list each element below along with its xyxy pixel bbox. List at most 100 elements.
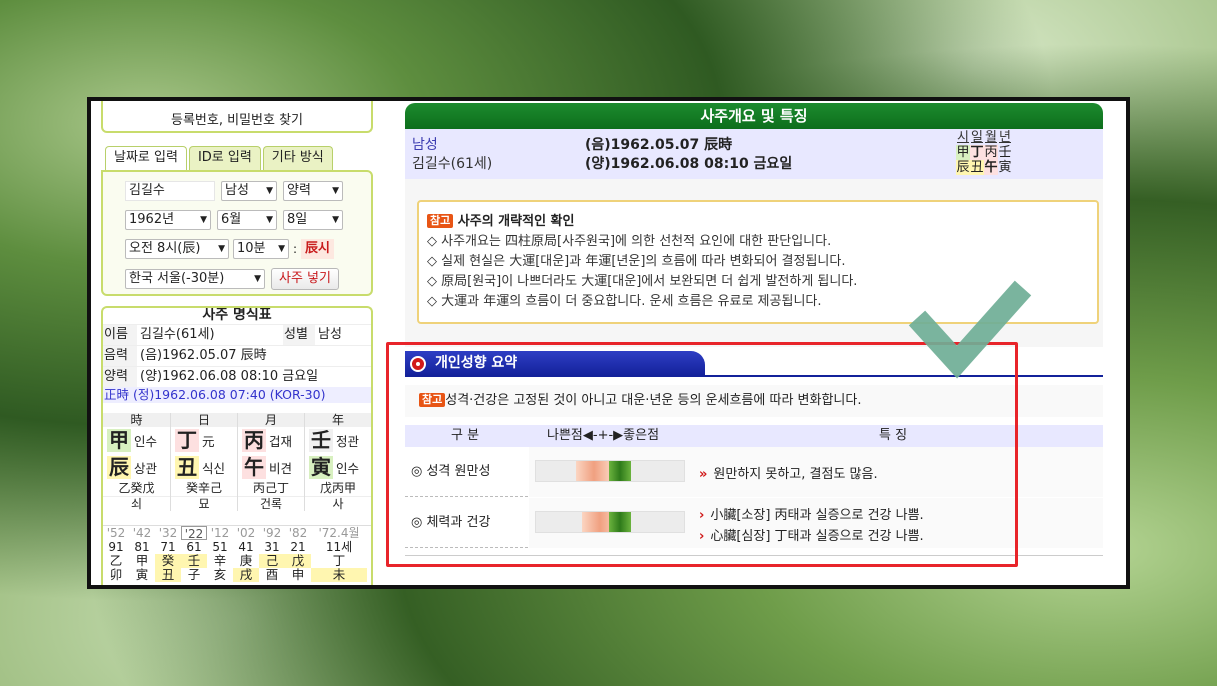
stem-tag: 元: [202, 434, 215, 449]
hour-value: 오전 8시(辰): [129, 241, 201, 256]
lunar-label: 음력: [103, 346, 137, 366]
minute-value: 10분: [237, 241, 266, 256]
solar-row: 양력 (양)1962.06.08 08:10 금요일: [103, 366, 371, 387]
pillar-head: 日: [171, 413, 237, 427]
notice-line: ◇ 사주개요는 四柱原局[사주원국]에 의한 선천적 요인에 대한 판단입니다.: [427, 234, 832, 249]
daeun-year[interactable]: '32: [155, 526, 181, 540]
jeongsi-row: 正時 (정)1962.06.08 07:40 (KOR-30): [103, 387, 371, 403]
gender-value: 남성: [318, 327, 342, 342]
person-info-bar: 남성 김길수(61세) (음)1962.05.07 辰時 (양)1962.06.…: [405, 129, 1103, 179]
daeun-stem: 丁: [332, 553, 346, 568]
hidden-stems: 戊丙甲: [319, 481, 356, 495]
mini-stem: 丁: [970, 145, 984, 160]
daeun-branch: 寅: [135, 567, 149, 582]
checkmark-icon: [908, 280, 1032, 379]
day-value: 8일: [287, 212, 308, 227]
mini-head: 일: [971, 130, 983, 145]
pillar-status: 사: [305, 496, 371, 511]
pillar-stem: 丙: [242, 428, 266, 452]
mini-head: 년: [999, 130, 1011, 145]
reference-badge: 참고: [427, 214, 454, 228]
myeongsik-table: 사주 명식표 이름 김길수(61세) 성별 남성 음력 (음)1962.05.0…: [101, 306, 373, 585]
mini-branch: 丑: [970, 160, 984, 175]
lunar-date: (음)1962.05.07 辰時: [585, 137, 733, 153]
find-credentials-link[interactable]: 등록번호, 비밀번호 찾기: [101, 101, 373, 133]
branch-tag: 상관: [134, 461, 158, 476]
person-name: 김길수(61세): [412, 156, 493, 172]
daeun-branch: 申: [291, 567, 305, 582]
four-pillars: 時 甲 인수 辰 상관 乙癸戊 쇠 日 丁元 丑 식신 癸辛己 묘 月 丙 겁재…: [103, 413, 371, 511]
mini-stem: 丙: [984, 145, 998, 160]
daeun-branch: 卯: [109, 567, 123, 582]
calendar-select[interactable]: 양력 ▼: [283, 181, 343, 201]
birth-input-form: 김길수 남성 ▼ 양력 ▼ 1962년 ▼ 6월 ▼ 8일 ▼ 오전 8시(辰) ▼ 10분…: [101, 170, 373, 296]
stem-tag: 겁재: [269, 434, 293, 449]
solar-label: 양력: [103, 367, 137, 387]
daeun-year[interactable]: '02: [233, 526, 259, 540]
name-field[interactable]: 김길수: [125, 181, 215, 201]
mini-head: 월: [985, 130, 997, 145]
daeun-year[interactable]: '72.4월: [311, 526, 367, 540]
daeun-year[interactable]: '82: [285, 526, 311, 540]
daeun-stems-row: 乙 甲 癸 壬 辛 庚 己 戊 丁: [103, 554, 371, 568]
daeun-age: 51: [212, 540, 228, 554]
pillar-status: 묘: [171, 496, 237, 511]
chevron-down-icon: ▼: [332, 186, 339, 196]
day-select[interactable]: 8일 ▼: [283, 210, 343, 230]
region-select[interactable]: 한국 서울(-30분) ▼: [125, 269, 265, 289]
hidden-stems: 癸辛己: [185, 481, 222, 495]
gender-value: 남성: [225, 183, 249, 198]
person-gender: 남성: [412, 137, 438, 153]
chevron-down-icon: ▼: [332, 215, 339, 225]
daeun-branch: 酉: [265, 567, 279, 582]
month-select[interactable]: 6월 ▼: [217, 210, 277, 230]
pillar-head: 時: [103, 413, 170, 427]
branch-tag: 비견: [269, 461, 293, 476]
gender-select[interactable]: 남성 ▼: [221, 181, 277, 201]
stem-tag: 인수: [134, 434, 158, 449]
lunar-row: 음력 (음)1962.05.07 辰時: [103, 345, 371, 366]
left-panel: 등록번호, 비밀번호 찾기 날짜로 입력 ID로 입력 기타 방식 김길수 남성…: [101, 101, 376, 585]
chevron-down-icon: ▼: [266, 215, 273, 225]
daeun-stem: 乙: [109, 553, 123, 568]
hidden-stems: 乙癸戊: [118, 481, 155, 495]
daeun-age: 11세: [325, 540, 353, 554]
name-row: 이름 김길수(61세) 성별 남성: [103, 324, 371, 345]
mini-head: 시: [957, 130, 969, 145]
mini-pillars: 시 일 월 년 甲 丁 丙 壬 辰 丑 午 寅: [956, 130, 1012, 175]
pillar-branch: 丑: [175, 455, 199, 479]
daeun-stem: 壬: [181, 554, 207, 568]
daeun-ages-row: 91 81 71 61 51 41 31 21 11세: [103, 540, 371, 554]
solar-value: (양)1962.06.08 08:10 금요일: [140, 369, 319, 384]
daeun-stem: 己: [259, 554, 285, 568]
pillar-stem: 甲: [107, 428, 131, 452]
year-select[interactable]: 1962년 ▼: [125, 210, 211, 230]
solar-date: (양)1962.06.08 08:10 금요일: [585, 156, 793, 172]
daeun-stem: 甲: [135, 553, 149, 568]
tab-date-input[interactable]: 날짜로 입력: [105, 146, 187, 170]
daeun-year[interactable]: '92: [259, 526, 285, 540]
daeun-year[interactable]: '12: [207, 526, 233, 540]
daeun-table: '52 '42 '32 '22 '12 '02 '92 '82 '72.4월 9…: [103, 525, 371, 582]
tab-other-input[interactable]: 기타 방식: [262, 146, 333, 170]
input-tabs: 날짜로 입력 ID로 입력 기타 방식: [105, 146, 333, 170]
hidden-stems: 丙己丁: [252, 481, 289, 495]
insert-saju-button[interactable]: 사주 넣기: [271, 268, 339, 290]
mini-stem: 甲: [956, 145, 970, 160]
pillar-month: 月 丙 겁재 午 비견 丙己丁 건록: [237, 413, 304, 511]
year-value: 1962년: [129, 212, 175, 227]
daeun-year[interactable]: '42: [129, 526, 155, 540]
daeun-year[interactable]: '52: [103, 526, 129, 540]
daeun-year-current[interactable]: '22: [181, 526, 207, 541]
daeun-branch: 戌: [233, 568, 259, 582]
tab-id-input[interactable]: ID로 입력: [188, 146, 261, 170]
pillar-status: 건록: [238, 496, 304, 511]
daeun-stem: 癸: [155, 554, 181, 568]
mini-branch: 午: [984, 160, 998, 175]
pillar-stem: 壬: [309, 428, 333, 452]
hour-select[interactable]: 오전 8시(辰) ▼: [125, 239, 229, 259]
daeun-age: 61: [186, 540, 202, 554]
overview-title: 사주개요 및 특징: [405, 103, 1103, 129]
chevron-down-icon: ▼: [266, 186, 273, 196]
minute-select[interactable]: 10분 ▼: [233, 239, 289, 259]
